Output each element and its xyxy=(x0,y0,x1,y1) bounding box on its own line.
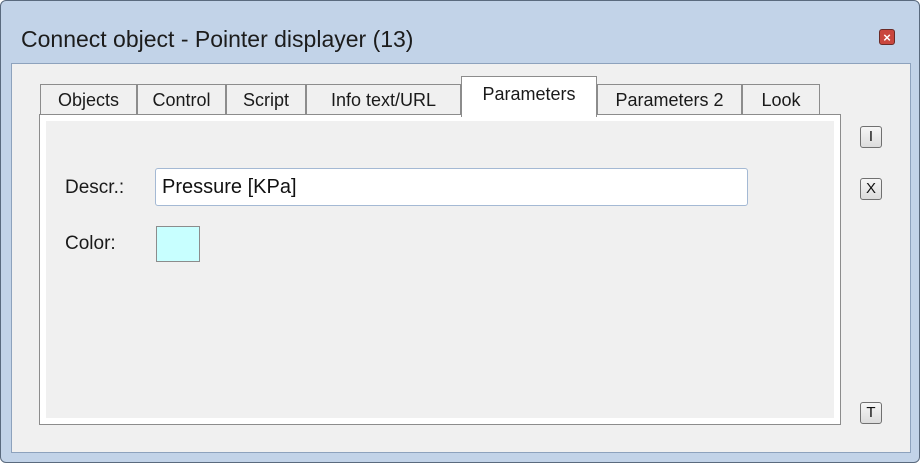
parameters-panel: Descr.: Color: xyxy=(39,114,841,425)
tab-parameters-2[interactable]: Parameters 2 xyxy=(597,84,742,114)
close-icon[interactable]: × xyxy=(879,29,895,45)
title-bar[interactable]: Connect object - Pointer displayer (13) … xyxy=(1,1,919,63)
window-title: Connect object - Pointer displayer (13) xyxy=(21,26,414,52)
dialog-client-area: Objects Control Script Info text/URL Par… xyxy=(11,63,911,453)
color-swatch[interactable] xyxy=(156,226,200,262)
tab-control[interactable]: Control xyxy=(137,84,226,114)
tab-info-text-url[interactable]: Info text/URL xyxy=(306,84,461,114)
tab-objects[interactable]: Objects xyxy=(40,84,137,114)
dialog-window: Connect object - Pointer displayer (13) … xyxy=(0,0,920,463)
t-button[interactable]: T xyxy=(860,402,882,424)
tab-script[interactable]: Script xyxy=(226,84,306,114)
tab-look[interactable]: Look xyxy=(742,84,820,114)
parameters-panel-content: Descr.: Color: xyxy=(46,121,834,418)
delete-button[interactable]: X xyxy=(860,178,882,200)
tab-parameters[interactable]: Parameters xyxy=(461,76,597,117)
descr-input[interactable] xyxy=(155,168,748,206)
color-label: Color: xyxy=(65,233,116,254)
insert-button[interactable]: I xyxy=(860,126,882,148)
descr-label: Descr.: xyxy=(65,177,125,198)
